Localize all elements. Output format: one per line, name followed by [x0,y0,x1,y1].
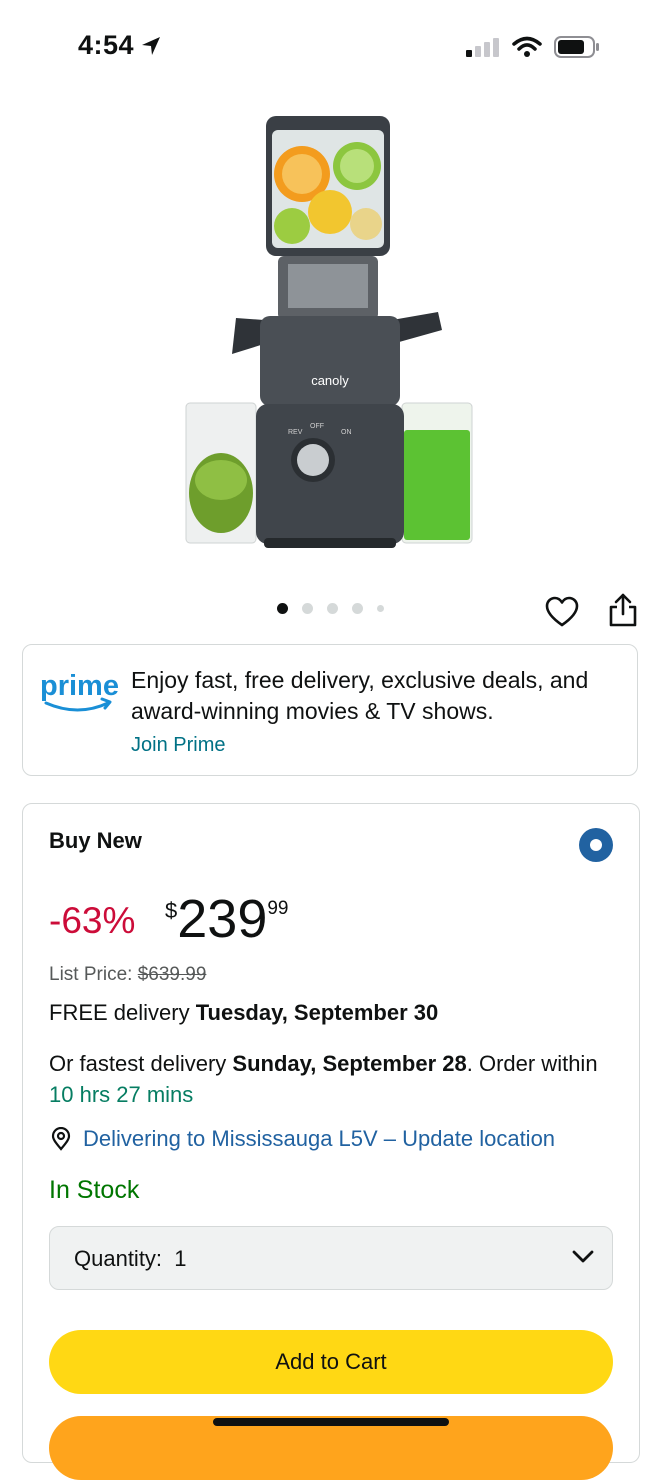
free-delivery: FREE delivery Tuesday, September 30 [49,1000,438,1026]
free-delivery-prefix: FREE delivery [49,1000,196,1025]
buy-new-title: Buy New [49,828,142,853]
discount-percent: -63% [49,900,136,941]
clock: 4:54 [78,30,135,60]
fastest-prefix: Or fastest delivery [49,1051,233,1076]
prime-logo: prime [40,670,118,712]
gallery-dot[interactable] [352,603,363,614]
fastest-date: Sunday, September 28 [232,1051,467,1076]
chevron-down-icon [572,1250,594,1263]
gallery-dot[interactable] [277,603,288,614]
price-whole: 239 [177,889,268,949]
wifi-icon [512,36,542,57]
delivery-location[interactable]: Delivering to Mississauga L5V – Update l… [49,1126,555,1152]
prime-message: Enjoy fast, free delivery, exclusive dea… [131,667,589,724]
location-pin-icon [51,1127,71,1151]
gallery-dot[interactable] [327,603,338,614]
fastest-delivery: Or fastest delivery Sunday, September 28… [49,1048,609,1110]
status-time: 4:54 [78,30,162,61]
prime-logo-text: prime [40,670,118,702]
fastest-mid: . Order within [466,1051,598,1076]
quantity-label: Quantity: 1 [74,1246,187,1272]
share-icon[interactable] [607,592,639,628]
location-link[interactable]: Delivering to Mississauga L5V – Update l… [83,1126,555,1152]
list-price-label: List Price: [49,964,138,985]
home-indicator[interactable] [213,1418,449,1426]
quantity-label-text: Quantity: [74,1246,163,1271]
price-currency: $ [165,898,178,923]
off-label: OFF [310,423,324,430]
gallery-pagination[interactable] [277,603,384,614]
order-within-timer: 10 hrs 27 mins [49,1082,194,1107]
join-prime-link[interactable]: Join Prime [131,734,225,757]
price-fraction: 99 [267,898,289,919]
add-to-cart-button[interactable]: Add to Cart [49,1330,613,1394]
on-label: ON [341,429,352,436]
status-icons [466,36,600,58]
quantity-select[interactable]: Quantity: 1 [49,1226,613,1290]
buy-box: Buy New -63% $ 239 99 List Price: $639.9… [22,803,640,1480]
buy-new-radio[interactable] [579,828,613,862]
price: $ 239 99 [165,890,289,948]
list-price: List Price: $639.99 [49,964,206,986]
quantity-value: 1 [174,1246,187,1271]
gallery-dot[interactable] [302,603,313,614]
free-delivery-date: Tuesday, September 30 [195,1000,439,1025]
signal-icon [466,38,499,57]
gallery-dot[interactable] [377,605,384,612]
battery-icon [554,36,599,58]
prime-banner[interactable]: prime Enjoy fast, free delivery, exclusi… [22,644,638,776]
list-price-value: $639.99 [137,964,207,985]
wishlist-heart-icon[interactable] [545,596,579,628]
rev-label: REV [288,429,303,436]
location-arrow-icon [142,36,161,55]
brand-label: canoly [311,373,349,388]
stock-status: In Stock [49,1176,140,1204]
product-image[interactable]: canoly REV OFF ON [180,108,480,558]
